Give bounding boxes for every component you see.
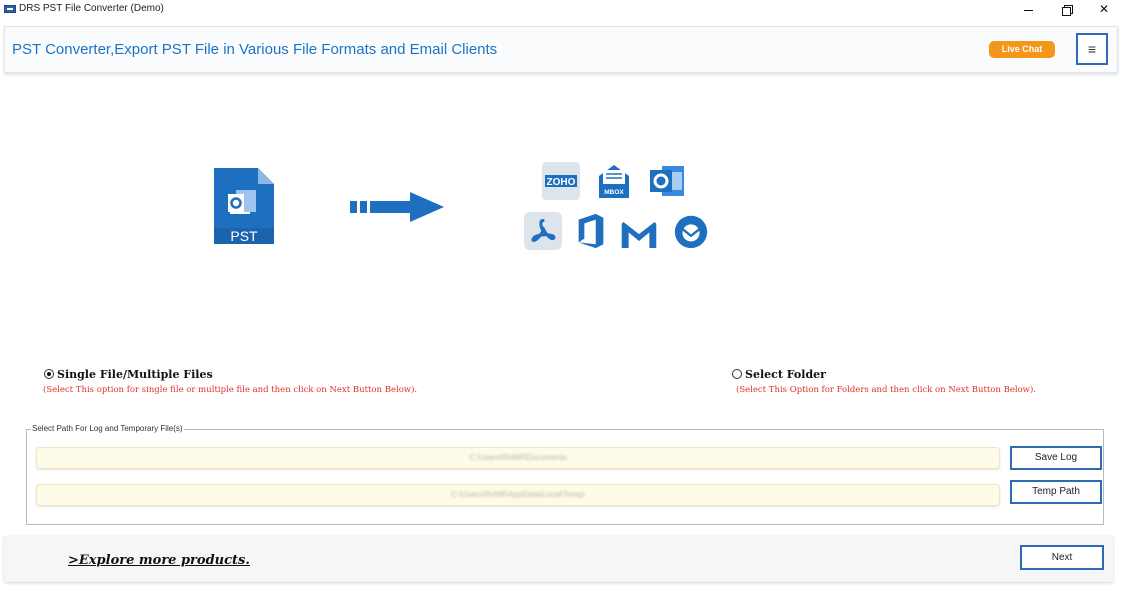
hamburger-icon: ≡: [1087, 41, 1097, 57]
log-path-value: C:\Users\RoNR\Documents: [469, 453, 567, 462]
gmail-icon: [621, 222, 657, 248]
thunderbird-icon: [674, 215, 708, 249]
mbox-label: MBOX: [604, 189, 624, 196]
title-bar: DRS PST File Converter (Demo) ✕: [0, 0, 1125, 20]
explore-products-link[interactable]: >Explore more products.: [68, 553, 250, 568]
header-title: PST Converter,Export PST File in Various…: [12, 41, 498, 58]
live-chat-button[interactable]: Live Chat: [989, 41, 1055, 58]
close-button[interactable]: ✕: [1086, 0, 1122, 20]
save-log-button[interactable]: Save Log: [1010, 446, 1102, 470]
select-folder-radio[interactable]: [732, 369, 742, 379]
app-icon: [4, 5, 16, 13]
single-file-hint: (Select This option for single file or m…: [43, 385, 418, 395]
zoho-icon: ZOHO: [542, 162, 580, 200]
single-file-radio[interactable]: [44, 369, 54, 379]
office365-icon: [578, 213, 604, 249]
outlook-file-icon: PST: [214, 168, 274, 244]
right-arrow-icon: [350, 192, 444, 222]
window-title: DRS PST File Converter (Demo): [19, 3, 164, 14]
single-file-option[interactable]: Single File/Multiple Files: [44, 363, 213, 382]
select-folder-label: Select Folder: [745, 368, 826, 381]
temp-path-field[interactable]: C:\Users\RoNR\AppData\Local\Temp\: [36, 484, 1000, 506]
temp-path-button[interactable]: Temp Path: [1010, 480, 1102, 504]
path-group-legend: Select Path For Log and Temporary File(s…: [31, 424, 184, 433]
footer-bar: >Explore more products. Next: [4, 536, 1113, 582]
pst-label: PST: [230, 228, 258, 244]
next-button[interactable]: Next: [1020, 545, 1104, 570]
select-folder-option[interactable]: Select Folder: [732, 363, 826, 382]
select-folder-hint: (Select This Option for Folders and then…: [736, 385, 1036, 395]
temp-path-value: C:\Users\RoNR\AppData\Local\Temp\: [451, 490, 585, 499]
minimize-button[interactable]: [1011, 0, 1047, 20]
menu-button[interactable]: ≡: [1076, 33, 1108, 65]
target-formats-group: ZOHO MBOX: [520, 160, 720, 260]
outlook-icon: [650, 166, 684, 196]
conversion-illustration: PST ZOHO MBOX: [0, 150, 1125, 260]
zoho-label: ZOHO: [547, 177, 576, 188]
mbox-icon: MBOX: [599, 165, 629, 198]
single-file-label: Single File/Multiple Files: [57, 368, 213, 381]
maximize-button[interactable]: [1049, 0, 1085, 20]
log-path-field[interactable]: C:\Users\RoNR\Documents: [36, 447, 1000, 469]
pdf-icon: [524, 212, 562, 250]
path-group: Select Path For Log and Temporary File(s…: [26, 424, 1104, 525]
header-banner: PST Converter,Export PST File in Various…: [4, 26, 1118, 73]
